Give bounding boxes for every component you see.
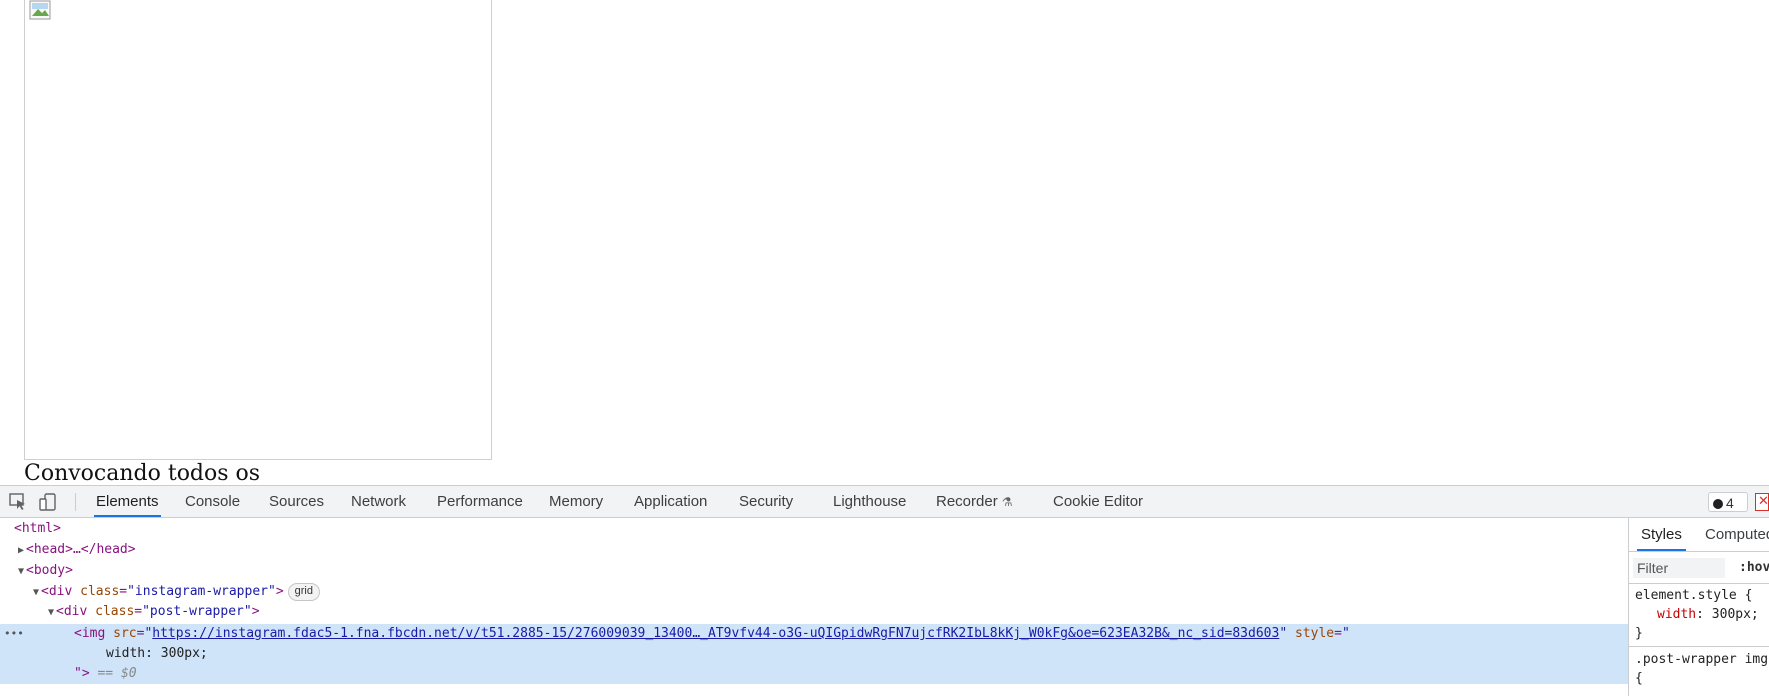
element-style-declaration[interactable]: width: 300px; <box>1657 605 1759 624</box>
tab-sources[interactable]: Sources <box>267 486 326 517</box>
attr-name: style <box>1294 626 1335 641</box>
tag-close: > <box>275 584 284 599</box>
equals-sign: = <box>1334 626 1342 641</box>
tab-security[interactable]: Security <box>737 486 795 517</box>
toolbar-divider <box>75 493 76 511</box>
quote: " <box>1341 626 1350 641</box>
rule-open-brace: { <box>1635 671 1643 686</box>
broken-image-icon <box>29 0 51 20</box>
issues-count: 4 <box>1726 495 1734 511</box>
post-image <box>24 0 492 460</box>
elements-tree: <html> ▶ <head>…</head> ▼ <body> ▼ <div cla… <box>0 518 1628 696</box>
tab-lighthouse[interactable]: Lighthouse <box>831 486 908 517</box>
tab-performance[interactable]: Performance <box>435 486 525 517</box>
css-value: 300px; <box>1711 607 1759 622</box>
styles-filter-input[interactable] <box>1633 558 1725 578</box>
experimental-flask-icon: ⚗ <box>1001 495 1013 509</box>
img-tag: <img <box>74 626 114 641</box>
post-wrapper-selector: .post-wrapper img <box>1635 652 1769 667</box>
html-tag: <html> <box>14 521 61 536</box>
attr-name: class <box>95 604 135 619</box>
style-value: width: 300px; <box>106 646 208 661</box>
tag-close: > <box>251 604 260 619</box>
tree-row-img-end[interactable]: "> == $0 <box>0 664 1628 684</box>
error-close-icon[interactable]: ✕ <box>1755 493 1769 511</box>
attr-name: class <box>80 584 120 599</box>
equals-sign: = <box>119 584 128 599</box>
img-src-link[interactable]: https://instagram.fdac5-1.fna.fbcdn.net/… <box>152 626 1279 641</box>
grid-badge[interactable]: grid <box>287 583 320 601</box>
styles-pane: Styles Computed :hov element.style { wid… <box>1628 518 1769 696</box>
equals-sign: = <box>134 604 143 619</box>
rule-close-brace: } <box>1635 626 1643 641</box>
tab-recorder-label: Recorder <box>936 493 998 510</box>
tree-row-instagram-wrapper[interactable]: ▼ <div class="instagram-wrapper"> grid <box>0 582 1628 602</box>
head-tag: <head>…</head> <box>26 542 136 557</box>
quote: " <box>1279 626 1288 641</box>
inspect-element-icon[interactable] <box>8 492 28 512</box>
tab-elements[interactable]: Elements <box>94 486 161 517</box>
div-tag: <div <box>56 604 96 619</box>
devtools-toolbar: Elements Console Sources Network Perform… <box>0 486 1769 518</box>
tree-row-img[interactable]: <img src="https://instagram.fdac5-1.fna.… <box>0 624 1628 644</box>
tree-row-post-wrapper[interactable]: ▼ <div class="post-wrapper"> <box>0 602 1628 622</box>
issues-counter[interactable]: 4 <box>1708 492 1748 512</box>
device-toolbar-icon[interactable] <box>38 492 58 512</box>
hover-state-toggle[interactable]: :hov <box>1739 560 1769 575</box>
filter-bar: :hov <box>1629 552 1769 584</box>
tab-memory[interactable]: Memory <box>547 486 605 517</box>
selected-marker: == $0 <box>90 666 137 681</box>
tab-console[interactable]: Console <box>183 486 242 517</box>
styles-tabs: Styles Computed <box>1629 518 1769 552</box>
error-dot-icon <box>1713 499 1723 509</box>
tree-row-body[interactable]: ▼ <body> <box>0 561 1628 581</box>
devtools-panel: Elements Console Sources Network Perform… <box>0 485 1769 696</box>
tree-row-img-style[interactable]: width: 300px; <box>0 644 1628 664</box>
selected-marker-text: == $0 <box>97 666 137 681</box>
tab-application[interactable]: Application <box>632 486 709 517</box>
tab-cookie-editor[interactable]: Cookie Editor <box>1051 486 1145 517</box>
tab-styles[interactable]: Styles <box>1637 518 1686 551</box>
div-tag: <div <box>41 584 81 599</box>
tab-network[interactable]: Network <box>349 486 408 517</box>
element-style-selector: element.style { <box>1635 588 1753 603</box>
attr-value: "post-wrapper" <box>142 604 252 619</box>
tab-computed[interactable]: Computed <box>1705 518 1769 551</box>
body-tag: <body> <box>26 563 73 578</box>
page-viewport: Convocando todos os <box>0 0 1769 485</box>
attr-name: src <box>113 626 137 641</box>
post-caption: Convocando todos os <box>24 461 261 485</box>
tab-recorder[interactable]: Recorder ⚗ <box>934 486 1014 517</box>
tree-row-head[interactable]: ▶ <head>…</head> <box>0 540 1628 560</box>
attr-value: "instagram-wrapper" <box>127 584 276 599</box>
tree-row-html[interactable]: <html> <box>0 519 1628 539</box>
rule-divider <box>1629 646 1769 647</box>
tag-close: "> <box>74 666 90 681</box>
css-property: width <box>1657 607 1697 622</box>
